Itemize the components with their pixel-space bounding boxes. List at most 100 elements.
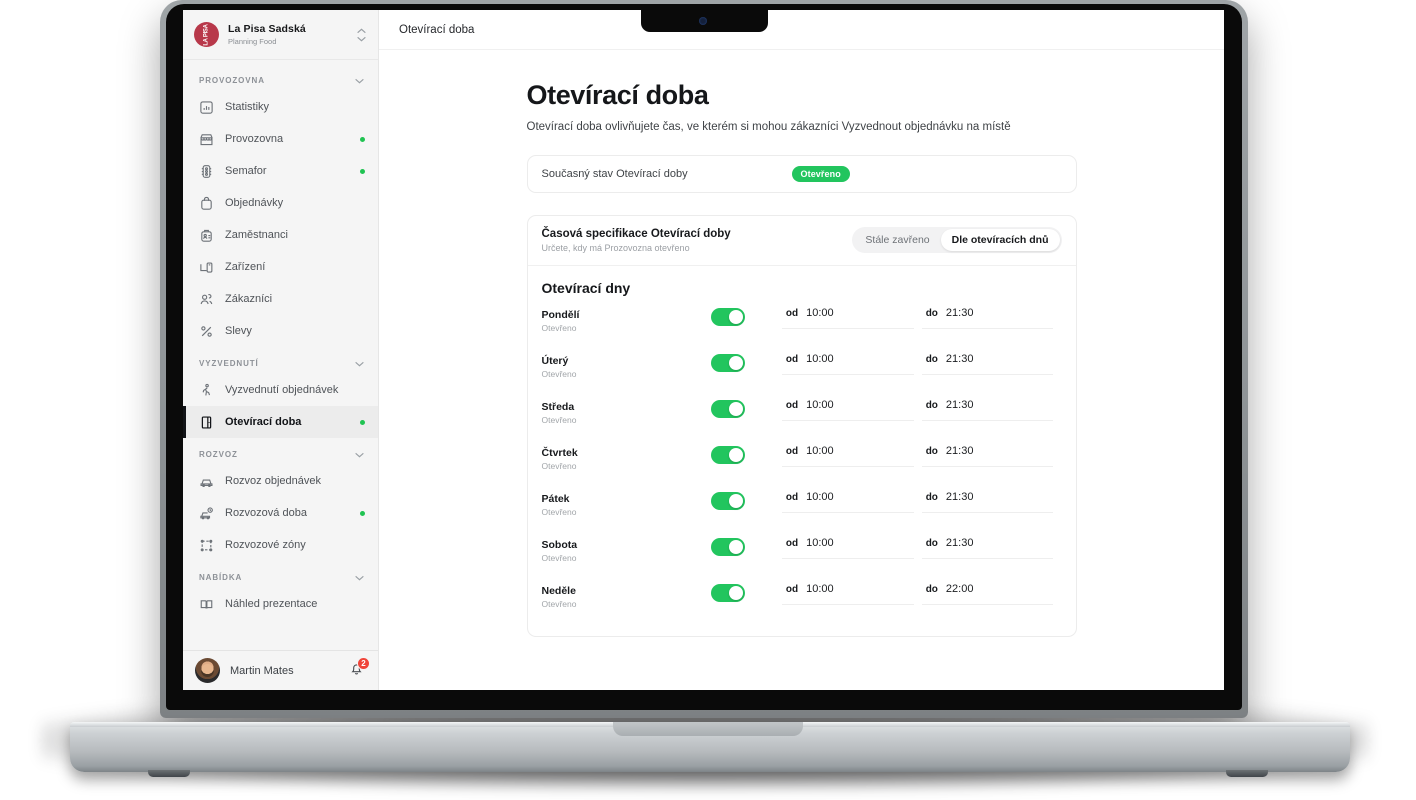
chevron-down-icon[interactable]: [354, 575, 365, 581]
from-time-field[interactable]: od 10:00: [781, 445, 914, 467]
time-specification-panel: Časová specifikace Otevírací doby Určete…: [526, 215, 1077, 637]
sidebar-item-zakaznici[interactable]: Zákazníci: [183, 283, 378, 315]
status-dot: [360, 136, 365, 142]
sidebar-item-label: Objednávky: [225, 197, 284, 209]
from-label: od: [785, 354, 799, 365]
to-time-value: 22:00: [945, 583, 974, 595]
to-label: do: [925, 354, 938, 365]
sidebar-section-header-provozovna[interactable]: PROVOZOVNA: [183, 64, 378, 91]
sidebar-nav: PROVOZOVNA Statistiky Provozovna Semafor…: [183, 60, 378, 650]
sidebar-item-objednavky[interactable]: Objednávky: [183, 187, 378, 219]
sidebar-item-vyzvednuti-objednavek[interactable]: Vyzvednutí objednávek: [183, 374, 378, 406]
device-icon: [199, 260, 214, 275]
to-time-col: do 21:30: [921, 532, 1054, 559]
org-logo-text: LA PISA: [203, 23, 210, 46]
store-icon: [199, 132, 214, 147]
day-row: Sobota Otevřeno od 10:00 do 21:30: [542, 532, 1062, 578]
day-state: Otevřeno: [541, 323, 577, 333]
to-label: do: [925, 538, 938, 549]
from-time-value: 10:00: [806, 307, 834, 319]
from-time-field[interactable]: od 10:00: [781, 491, 914, 513]
notifications-button[interactable]: 2: [346, 656, 370, 681]
org-name: La Pisa Sadská: [228, 22, 306, 35]
from-time-value: 10:00: [806, 399, 834, 411]
day-toggle-col: [710, 394, 782, 418]
day-enabled-toggle[interactable]: [710, 446, 745, 464]
day-name-col: Pondělí Otevřeno: [542, 302, 711, 333]
from-time-value: 10:00: [806, 583, 834, 595]
day-name-col: Sobota Otevřeno: [542, 532, 711, 563]
to-time-col: do 21:30: [921, 440, 1054, 467]
sidebar-item-zamestnanci[interactable]: Zaměstnanci: [183, 219, 378, 251]
sidebar-section-label: PROVOZOVNA: [199, 76, 265, 85]
sidebar-item-statistiky[interactable]: Statistiky: [183, 91, 378, 123]
from-time-value: 10:00: [806, 537, 834, 549]
sidebar-item-slevy[interactable]: Slevy: [183, 315, 378, 347]
from-label: od: [785, 538, 799, 549]
to-time-field[interactable]: do 21:30: [921, 307, 1054, 329]
sidebar-item-label: Náhled prezentace: [225, 598, 318, 610]
sidebar-section-label: ROZVOZ: [199, 450, 238, 459]
day-enabled-toggle[interactable]: [710, 584, 745, 602]
from-time-value: 10:00: [806, 353, 834, 365]
from-time-field[interactable]: od 10:00: [781, 583, 914, 605]
sidebar-item-semafor[interactable]: Semafor: [183, 155, 378, 187]
to-label: do: [925, 400, 938, 411]
day-state: Otevřeno: [541, 507, 577, 517]
segment-stale-zavreno[interactable]: Stále zavřeno: [854, 229, 940, 251]
org-switcher[interactable]: LA PISA La Pisa Sadská Planning Food: [183, 10, 378, 60]
sidebar-item-rozvoz-objednavek[interactable]: Rozvoz objednávek: [183, 465, 378, 497]
status-dot: [360, 510, 365, 516]
sidebar-section-header-nabidka[interactable]: NABÍDKA: [183, 561, 378, 588]
chevron-down-icon[interactable]: [354, 452, 365, 458]
to-time-field[interactable]: do 21:30: [921, 537, 1054, 559]
to-time-field[interactable]: do 21:30: [921, 399, 1054, 421]
sidebar-item-oteviraci-doba[interactable]: Otevírací doba: [183, 406, 378, 438]
car-icon: [199, 474, 214, 489]
from-time-field[interactable]: od 10:00: [781, 353, 914, 375]
day-state: Otevřeno: [541, 369, 577, 379]
segment-dle-oteviracich-dnu[interactable]: Dle otevíracích dnů: [940, 229, 1060, 251]
sidebar-section-header-rozvoz[interactable]: ROZVOZ: [183, 438, 378, 465]
org-logo: LA PISA: [194, 22, 219, 47]
from-time-field[interactable]: od 10:00: [781, 537, 914, 559]
panel-body: Otevírací dny Pondělí Otevřeno od 10:00 …: [528, 266, 1076, 636]
to-time-field[interactable]: do 21:30: [921, 445, 1054, 467]
from-label: od: [785, 400, 799, 411]
day-toggle-col: [710, 440, 782, 464]
panel-subtitle: Určete, kdy má Prozovozna otevřeno: [541, 242, 690, 253]
sidebar-item-label: Zaměstnanci: [225, 229, 288, 241]
org-text: La Pisa Sadská Planning Food: [228, 23, 346, 47]
current-status-label: Současný stav Otevírací doby: [541, 168, 688, 180]
sidebar-section-header-vyzvednuti[interactable]: VYZVEDNUTÍ: [183, 347, 378, 374]
day-name-col: Neděle Otevřeno: [542, 578, 711, 609]
user-name: Martin Mates: [230, 664, 294, 677]
from-time-col: od 10:00: [781, 302, 914, 329]
sidebar-user-footer[interactable]: Martin Mates 2: [183, 650, 378, 690]
to-time-field[interactable]: do 22:00: [921, 583, 1054, 605]
sidebar-item-rozvozove-zony[interactable]: Rozvozové zóny: [183, 529, 378, 561]
chevron-down-icon[interactable]: [354, 361, 365, 367]
to-time-field[interactable]: do 21:30: [921, 491, 1054, 513]
sidebar-item-nahled-prezentace[interactable]: Náhled prezentace: [183, 588, 378, 620]
day-name-col: Pátek Otevřeno: [542, 486, 711, 517]
chevron-up-down-icon[interactable]: [355, 27, 368, 42]
day-name-col: Středa Otevřeno: [542, 394, 711, 425]
chevron-down-icon[interactable]: [354, 78, 365, 84]
day-toggle-col: [710, 348, 782, 372]
day-enabled-toggle[interactable]: [710, 308, 745, 326]
sidebar-item-label: Zákazníci: [225, 293, 273, 305]
to-time-field[interactable]: do 21:30: [921, 353, 1054, 375]
from-time-field[interactable]: od 10:00: [781, 307, 914, 329]
day-enabled-toggle[interactable]: [710, 354, 745, 372]
sidebar-item-zarizeni[interactable]: Zařízení: [183, 251, 378, 283]
sidebar-item-provozovna[interactable]: Provozovna: [183, 123, 378, 155]
day-enabled-toggle[interactable]: [710, 492, 745, 510]
from-time-field[interactable]: od 10:00: [781, 399, 914, 421]
from-time-col: od 10:00: [781, 578, 914, 605]
sidebar-item-rozvozova-doba[interactable]: Rozvozová doba: [183, 497, 378, 529]
day-enabled-toggle[interactable]: [710, 538, 745, 556]
page-description: Otevírací doba ovlivňujete čas, ve které…: [526, 121, 1011, 133]
day-enabled-toggle[interactable]: [710, 400, 745, 418]
avatar: [195, 658, 220, 683]
